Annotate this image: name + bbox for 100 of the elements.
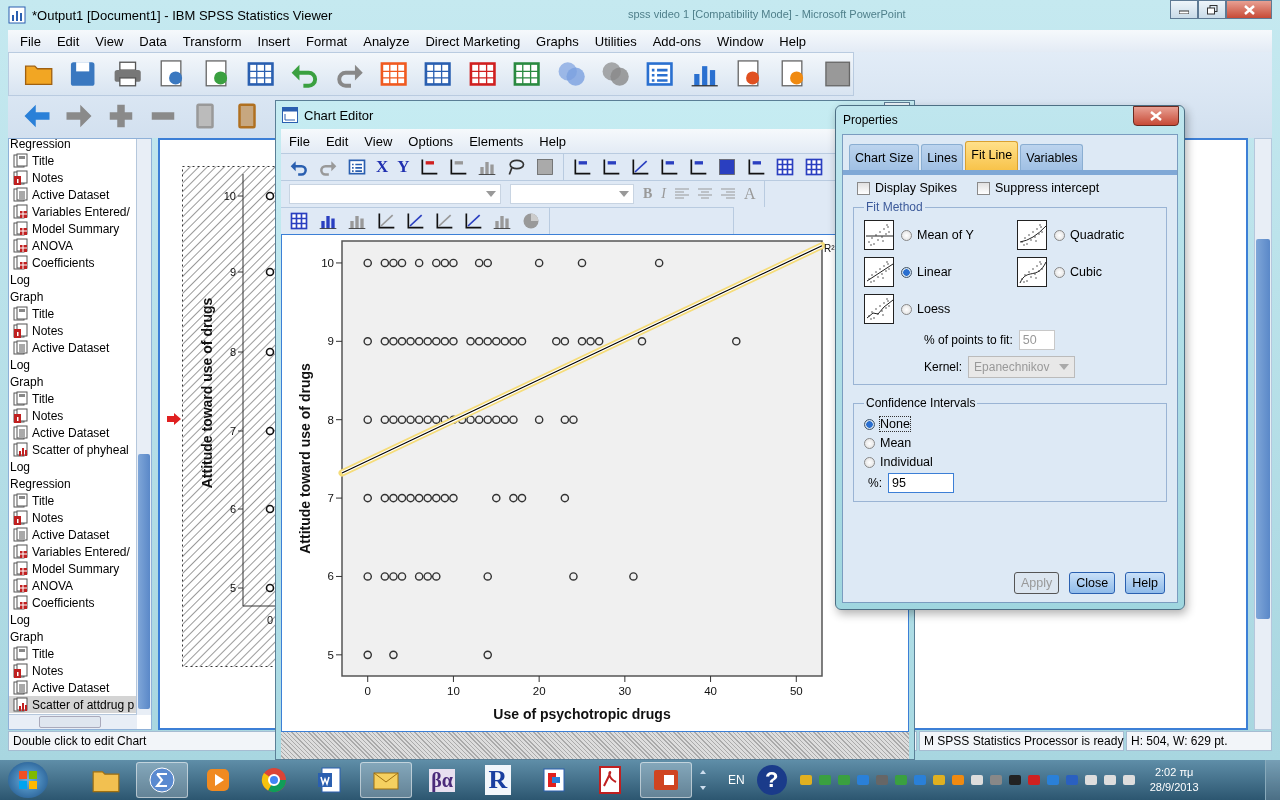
tick-label: 7: [327, 492, 334, 505]
status-text: H: 504, W: 629 pt.: [1126, 731, 1272, 751]
tick-label: 5: [229, 582, 236, 594]
tab[interactable]: Lines: [921, 144, 964, 170]
menu-item[interactable]: Utilities: [586, 33, 645, 49]
outline-item[interactable]: Coefficients: [9, 594, 137, 611]
axis-title: Use of psychotropic drugs: [493, 706, 671, 722]
outline-item[interactable]: Title: [9, 152, 137, 169]
radio-button[interactable]: None: [864, 417, 1156, 431]
outline-item[interactable]: Log: [9, 356, 137, 373]
outline-item[interactable]: Regression: [9, 139, 137, 152]
menu-item[interactable]: Options: [400, 133, 462, 149]
tick-label: 50: [789, 685, 803, 697]
outline-item[interactable]: Title: [9, 390, 137, 407]
tick-label: 0: [266, 614, 274, 626]
outline-item[interactable]: Notes: [9, 662, 137, 679]
outline-item[interactable]: ANOVA: [9, 237, 137, 254]
tick-label: 9: [327, 335, 334, 348]
radio-label: None: [880, 417, 910, 431]
menu-item[interactable]: Format: [298, 33, 356, 49]
tick-label: 40: [704, 685, 717, 697]
outline-item[interactable]: Coefficients: [9, 254, 137, 271]
tick-label: 6: [229, 503, 236, 515]
outline-item[interactable]: Title: [9, 645, 137, 662]
clock[interactable]: 2:02 πμ 28/9/2013: [1149, 765, 1199, 795]
menu-item[interactable]: File: [12, 33, 49, 49]
field-label: % of points to fit:: [924, 333, 1013, 347]
outline-item[interactable]: Regression: [9, 475, 137, 492]
tick-label: 6: [327, 570, 334, 583]
tab[interactable]: Variables: [1020, 144, 1084, 170]
menu-item[interactable]: File: [281, 133, 318, 149]
outline-item[interactable]: Model Summary: [9, 220, 137, 237]
menu-item[interactable]: Help: [771, 33, 815, 49]
help-button[interactable]: ?: [756, 765, 787, 795]
outline-item[interactable]: Active Dataset: [9, 679, 137, 696]
menu-item[interactable]: Transform: [174, 33, 250, 49]
menu-item[interactable]: View: [87, 33, 132, 49]
menu-item[interactable]: View: [356, 133, 401, 149]
input-field[interactable]: 95: [888, 473, 954, 493]
status-text: M SPSS Statistics Processor is ready: [919, 731, 1124, 751]
group-title: Confidence Intervals: [865, 396, 977, 410]
outline-item[interactable]: Notes: [9, 509, 137, 526]
outline-item[interactable]: Title: [9, 492, 137, 509]
outline-item[interactable]: Title: [9, 305, 137, 322]
radio-button[interactable]: Linear: [901, 265, 952, 279]
tab[interactable]: Chart Size: [849, 144, 920, 170]
outline-item[interactable]: Active Dataset: [9, 186, 137, 203]
field-label: Kernel:: [924, 360, 963, 374]
tab[interactable]: Fit Line: [965, 141, 1019, 170]
checkbox[interactable]: Display Spikes: [857, 181, 957, 195]
menu-item[interactable]: Direct Marketing: [417, 33, 529, 49]
menu-item[interactable]: Help: [531, 133, 575, 149]
y-axis-button[interactable]: Y: [397, 157, 410, 177]
outline-item[interactable]: Model Summary: [9, 560, 137, 577]
window-title: Chart Editor: [304, 107, 374, 123]
menu-item[interactable]: Analyze: [355, 33, 418, 49]
dialog-title: Properties: [843, 113, 898, 127]
taskbar-app[interactable]: R: [472, 762, 524, 798]
radio-button[interactable]: Individual: [864, 455, 1156, 469]
menu-item[interactable]: Window: [709, 33, 772, 49]
outline-item[interactable]: Graph: [9, 373, 137, 390]
checkbox-label: Display Spikes: [875, 181, 957, 195]
dialog-button[interactable]: Help: [1125, 572, 1165, 594]
outline-item[interactable]: Notes: [9, 407, 137, 424]
outline-item[interactable]: Log: [9, 458, 137, 475]
outline-item[interactable]: Active Dataset: [9, 526, 137, 543]
radio-button[interactable]: Cubic: [1054, 265, 1102, 279]
outline-item[interactable]: Graph: [9, 628, 137, 645]
radio-label: Loess: [917, 302, 951, 316]
outline-item[interactable]: Graph: [9, 288, 137, 305]
outline-item[interactable]: Scatter of phyheal: [9, 441, 137, 458]
x-axis-button[interactable]: X: [376, 157, 389, 177]
menu-item[interactable]: Add-ons: [644, 33, 710, 49]
radio-button[interactable]: Mean of Y: [901, 228, 974, 242]
tick-label: 10: [321, 256, 334, 269]
outline-item[interactable]: Log: [9, 271, 137, 288]
outline-item[interactable]: Notes: [9, 169, 137, 186]
radio-label: Individual: [880, 455, 933, 469]
outline-item[interactable]: Log: [9, 611, 137, 628]
outline-item[interactable]: Scatter of attdrug p: [9, 696, 137, 713]
outline-item[interactable]: Active Dataset: [9, 424, 137, 441]
outline-item[interactable]: Variables Entered/: [9, 543, 137, 560]
menu-item[interactable]: Graphs: [528, 33, 587, 49]
language-indicator[interactable]: EN: [728, 773, 745, 787]
radio-button[interactable]: Loess: [901, 302, 951, 316]
tick-label: 30: [618, 685, 632, 697]
radio-button[interactable]: Quadratic: [1054, 228, 1125, 242]
outline-item[interactable]: Active Dataset: [9, 339, 137, 356]
menu-item[interactable]: Edit: [317, 133, 357, 149]
outline-item[interactable]: Notes: [9, 322, 137, 339]
outline-item[interactable]: ANOVA: [9, 577, 137, 594]
menu-item[interactable]: Insert: [249, 33, 299, 49]
taskbar-app[interactable]: βα: [416, 762, 468, 798]
outline-item[interactable]: Variables Entered/: [9, 203, 137, 220]
menu-item[interactable]: Edit: [48, 33, 88, 49]
menu-item[interactable]: Data: [131, 33, 175, 49]
dialog-button[interactable]: Close: [1069, 572, 1116, 594]
menu-item[interactable]: Elements: [461, 133, 532, 149]
radio-button[interactable]: Mean: [864, 436, 1156, 450]
radio-label: Mean: [880, 436, 912, 450]
